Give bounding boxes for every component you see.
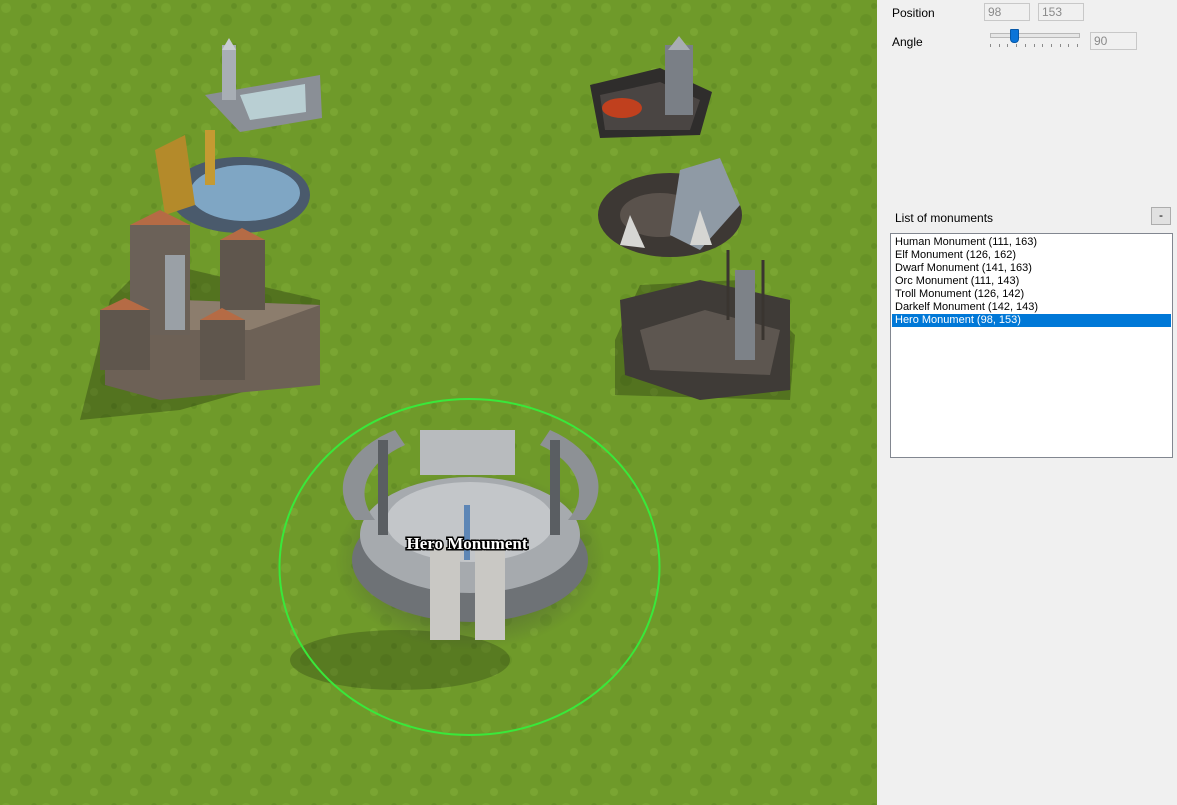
monument-list[interactable]: Human Monument (111, 163) Elf Monument (1…: [890, 233, 1173, 458]
angle-slider-thumb[interactable]: [1010, 29, 1019, 43]
remove-monument-button[interactable]: -: [1151, 207, 1171, 225]
slider-tick: [990, 44, 991, 47]
monument-list-item[interactable]: Hero Monument (98, 153): [892, 314, 1171, 327]
angle-value-field[interactable]: [1090, 32, 1137, 50]
slider-tick: [1042, 44, 1043, 47]
angle-slider-track: [990, 33, 1080, 38]
slider-tick: [999, 44, 1000, 47]
monument-list-item[interactable]: Darkelf Monument (142, 143): [892, 301, 1171, 314]
angle-slider[interactable]: [990, 29, 1080, 51]
position-label: Position: [892, 6, 935, 20]
list-title: List of monuments: [895, 211, 994, 225]
selected-object-label: Hero Monument: [406, 534, 527, 553]
angle-label: Angle: [892, 35, 923, 49]
monument-list-item[interactable]: Elf Monument (126, 162): [892, 249, 1171, 262]
monument-list-item[interactable]: Orc Monument (111, 143): [892, 275, 1171, 288]
monument-list-item[interactable]: Troll Monument (126, 142): [892, 288, 1171, 301]
slider-tick: [1060, 44, 1061, 47]
position-y-field[interactable]: [1038, 3, 1084, 21]
slider-tick: [1007, 44, 1008, 47]
terrain-scene[interactable]: Hero Monument: [0, 0, 877, 805]
game-viewport[interactable]: Hero Monument: [0, 0, 877, 805]
position-x-field[interactable]: [984, 3, 1030, 21]
monument-list-item[interactable]: Human Monument (111, 163): [892, 236, 1171, 249]
slider-tick: [1051, 44, 1052, 47]
slider-tick: [1025, 44, 1026, 47]
slider-tick: [1068, 44, 1069, 47]
slider-tick: [1016, 44, 1017, 47]
monument-list-item[interactable]: Dwarf Monument (141, 163): [892, 262, 1171, 275]
angle-slider-ticks: [990, 44, 1080, 48]
slider-tick: [1077, 44, 1078, 47]
slider-tick: [1034, 44, 1035, 47]
